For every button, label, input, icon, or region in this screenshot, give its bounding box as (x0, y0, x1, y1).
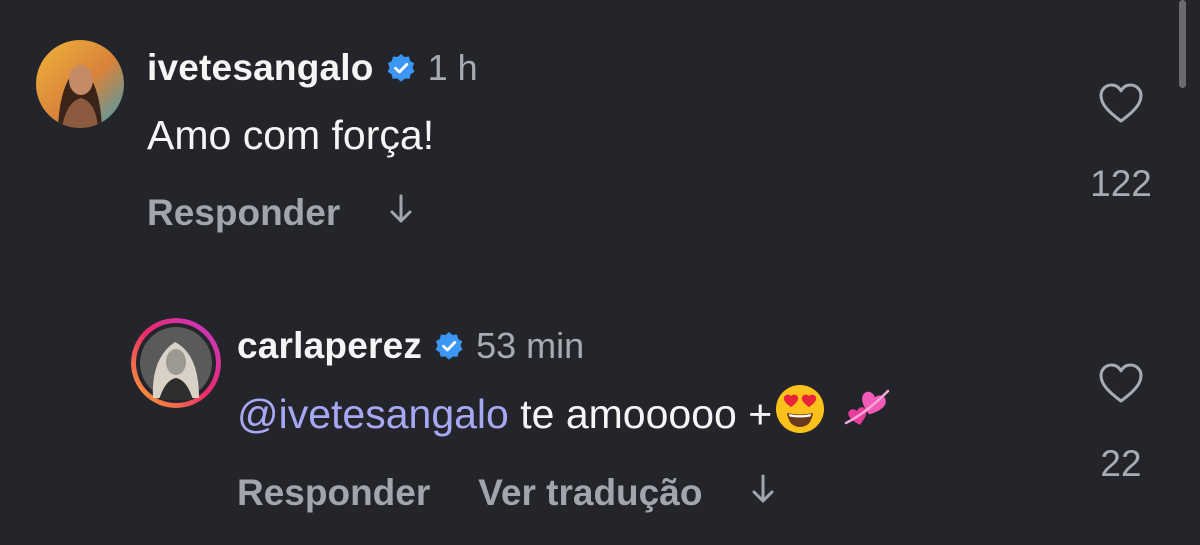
see-translation-button[interactable]: Ver tradução (478, 472, 702, 514)
arrow-down-icon[interactable] (750, 472, 776, 515)
scrollbar[interactable] (1179, 0, 1186, 88)
verified-badge-icon (434, 331, 464, 361)
like-count: 122 (1090, 163, 1152, 204)
username[interactable]: ivetesangalo (147, 47, 374, 89)
heart-outline-icon[interactable] (1098, 362, 1144, 409)
like-count: 22 (1100, 443, 1142, 484)
heart-outline-icon[interactable] (1098, 82, 1144, 129)
timestamp: 53 min (476, 325, 585, 366)
avatar[interactable] (36, 40, 124, 128)
avatar[interactable] (131, 318, 221, 408)
reply-button[interactable]: Responder (147, 192, 340, 234)
reply-button[interactable]: Responder (237, 472, 430, 514)
comment-text: te amooooo + (520, 390, 773, 437)
username[interactable]: carlaperez (237, 325, 422, 367)
arrow-down-icon[interactable] (388, 192, 414, 235)
revolving-hearts-emoji (840, 383, 894, 445)
verified-badge-icon (386, 53, 416, 83)
mention-link[interactable]: @ivetesangalo (237, 391, 509, 438)
timestamp: 1 h (427, 47, 478, 88)
heart-eyes-emoji (774, 383, 826, 445)
comment-text: Amo com força! (147, 111, 435, 158)
